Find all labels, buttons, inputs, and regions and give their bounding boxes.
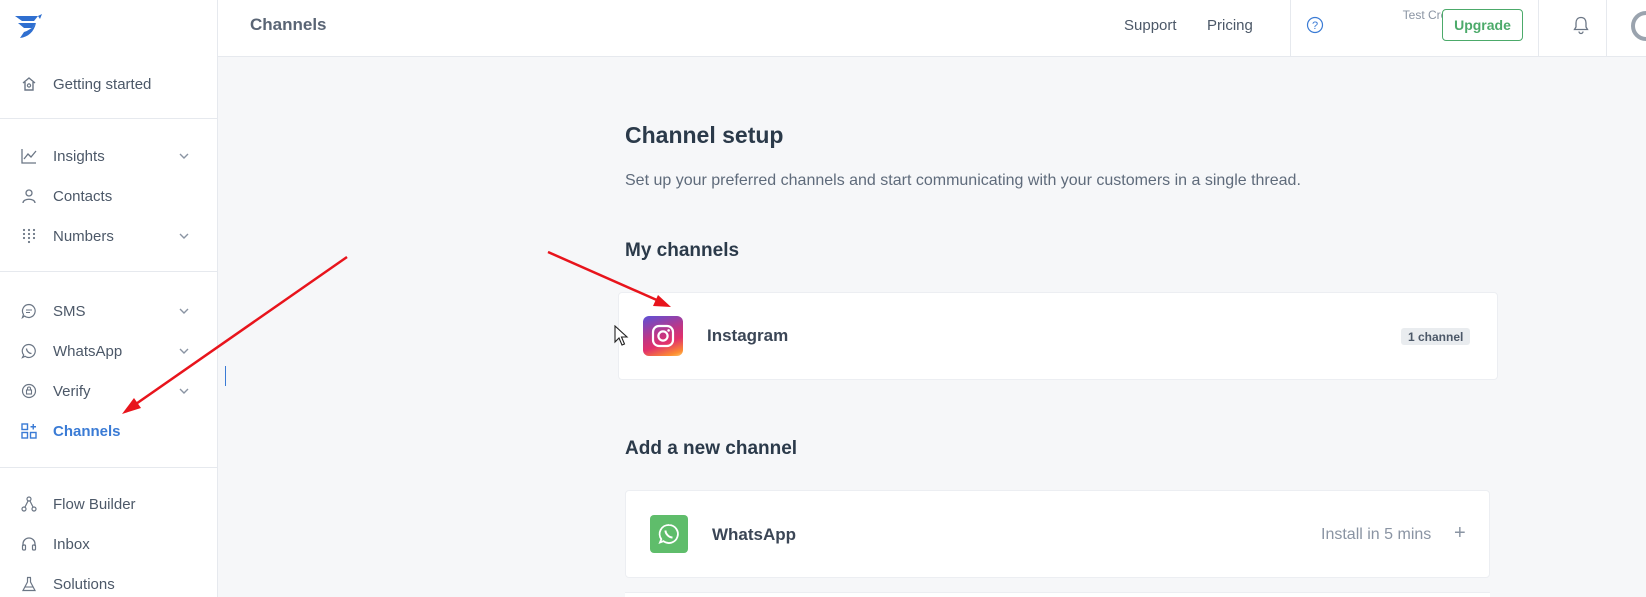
whatsapp-icon	[650, 515, 688, 553]
test-credits-value: 0	[1298, 24, 1466, 40]
chat-bubble-icon	[20, 302, 38, 320]
sidebar-item-channels[interactable]: Channels	[0, 411, 217, 451]
main-heading: Channel setup	[625, 122, 784, 148]
sidebar-item-label: Numbers	[53, 227, 114, 245]
mouse-cursor-icon	[614, 325, 629, 346]
channel-count-badge: 1 channel	[1401, 328, 1471, 345]
upgrade-button[interactable]: Upgrade	[1442, 9, 1523, 41]
chevron-down-icon[interactable]	[177, 304, 191, 318]
add-whatsapp-plus-icon[interactable]: +	[1454, 522, 1466, 545]
sidebar-item-label: Getting started	[53, 75, 152, 93]
main-subtitle: Set up your preferred channels and start…	[625, 172, 1301, 189]
support-link[interactable]: Support	[1124, 17, 1177, 34]
sidebar-item-verify[interactable]: Verify	[0, 371, 217, 411]
sidebar-item-label: Contacts	[53, 187, 113, 205]
sidebar-item-label: Inbox	[53, 535, 90, 553]
avatar[interactable]	[1629, 9, 1646, 43]
add-channel-heading: Add a new channel	[625, 438, 798, 459]
chevron-down-icon[interactable]	[177, 149, 191, 163]
sidebar-item-contacts[interactable]: Contacts	[0, 176, 217, 216]
bell-icon[interactable]	[1571, 15, 1591, 35]
install-whatsapp-link[interactable]: Install in 5 mins	[1321, 526, 1431, 544]
next-channel-card-edge	[625, 592, 1490, 597]
whatsapp-channel-name: WhatsApp	[712, 525, 797, 544]
dial-pad-icon	[20, 227, 38, 245]
sidebar-item-insights[interactable]: Insights	[0, 136, 217, 176]
chevron-down-icon[interactable]	[177, 344, 191, 358]
person-icon	[20, 187, 38, 205]
sidebar-item-label: Solutions	[53, 575, 115, 593]
page-title: Channels	[250, 15, 327, 34]
my-channels-heading: My channels	[625, 240, 740, 261]
sidebar-item-label: Channels	[53, 422, 121, 440]
sidebar-item-label: Verify	[53, 382, 91, 400]
chevron-down-icon[interactable]	[177, 229, 191, 243]
headset-icon	[20, 535, 38, 553]
sidebar-item-getting-started[interactable]: Getting started	[0, 64, 217, 104]
sidebar: Getting started Insights Contacts Number…	[0, 0, 218, 597]
sidebar-item-label: Flow Builder	[53, 495, 136, 513]
text-caret	[225, 366, 226, 386]
chart-line-icon	[20, 147, 38, 165]
whatsapp-channel-card[interactable]: WhatsApp Install in 5 mins +	[625, 490, 1490, 578]
flask-icon	[20, 575, 38, 593]
whatsapp-icon	[20, 342, 38, 360]
chevron-down-icon[interactable]	[177, 384, 191, 398]
sidebar-item-label: WhatsApp	[53, 342, 123, 360]
top-header: Channels Support Pricing ? Test Credits …	[218, 0, 1646, 57]
sidebar-item-solutions[interactable]: Solutions	[0, 564, 217, 597]
instagram-channel-name: Instagram	[707, 326, 789, 345]
channels-grid-icon	[20, 422, 38, 440]
instagram-icon	[643, 316, 683, 356]
sidebar-item-label: SMS	[53, 302, 86, 320]
messagebird-logo[interactable]	[12, 10, 44, 42]
instagram-channel-card[interactable]: Instagram 1 channel	[618, 292, 1498, 380]
sidebar-item-flow-builder[interactable]: Flow Builder	[0, 484, 217, 524]
flow-icon	[20, 495, 38, 513]
verify-shield-icon	[20, 382, 38, 400]
sidebar-item-whatsapp[interactable]: WhatsApp	[0, 331, 217, 371]
sidebar-item-inbox[interactable]: Inbox	[0, 524, 217, 564]
sidebar-item-sms[interactable]: SMS	[0, 291, 217, 331]
sidebar-item-label: Insights	[53, 147, 105, 165]
pricing-link[interactable]: Pricing	[1207, 17, 1253, 34]
home-icon	[20, 75, 38, 93]
sidebar-item-numbers[interactable]: Numbers	[0, 216, 217, 256]
test-credits-label: Test Credits	[1402, 8, 1466, 22]
